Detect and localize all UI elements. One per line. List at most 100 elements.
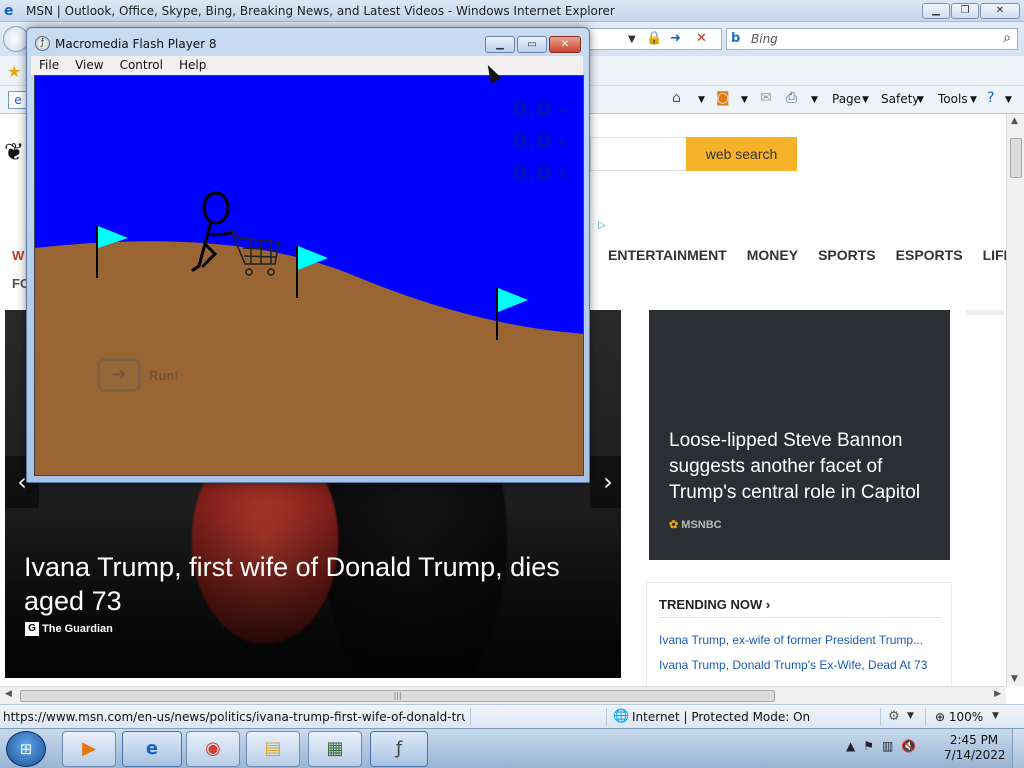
print-dropdown-icon[interactable]: ▼	[811, 95, 818, 105]
volume-muted-icon[interactable]: 🔇	[901, 739, 916, 753]
scroll-right-icon[interactable]: ▶	[994, 689, 1001, 699]
address-bar[interactable]: ▼ 🔒 ➜ ✕	[590, 28, 722, 50]
ie-taskbar-icon[interactable]: e	[122, 731, 182, 767]
zoom-dropdown-icon[interactable]: ▼	[992, 711, 999, 721]
trending-now-panel: TRENDING NOW › Ivana Trump, ex-wife of f…	[646, 582, 952, 686]
lock-icon[interactable]: 🔒	[646, 31, 662, 46]
vertical-scrollbar[interactable]: ▲ ▼	[1006, 114, 1024, 686]
home-icon[interactable]: ⌂	[672, 90, 681, 106]
zoom-icon: ⊕	[935, 710, 946, 724]
popup-blocker-icon[interactable]: ⚙	[888, 709, 900, 724]
clock[interactable]: 2:45 PM 7/14/2022	[944, 733, 1006, 763]
feeds-dropdown-icon[interactable]: ▼	[741, 95, 748, 105]
down-arrow-icon: ⬇	[557, 167, 569, 183]
safety-menu[interactable]: Safety	[881, 92, 919, 106]
flash-window-controls: ▁ ▭ ✕	[485, 36, 581, 53]
start-button[interactable]: ⊞	[6, 731, 46, 767]
up-arrow-icon: ⬆	[557, 135, 569, 151]
flag-icon[interactable]: ⚑	[863, 739, 874, 753]
flash-player-window: ƒ Macromedia Flash Player 8 ▁ ▭ ✕ File V…	[26, 27, 590, 483]
help-icon[interactable]: ?	[987, 90, 994, 106]
carousel-next-icon[interactable]: ›	[590, 456, 621, 508]
nav-entertainment[interactable]: ENTERTAINMENT	[608, 247, 727, 263]
close-button[interactable]: ✕	[980, 3, 1020, 19]
flash-taskbar-icon[interactable]: ƒ	[370, 731, 428, 767]
minimize-button[interactable]: ▁	[922, 3, 950, 19]
flash-menu-file[interactable]: File	[31, 56, 67, 75]
horizontal-scroll-thumb[interactable]: |||	[20, 690, 775, 702]
flash-minimize-button[interactable]: ▁	[485, 36, 515, 53]
nav-money[interactable]: MONEY	[747, 247, 798, 263]
tab-msn-icon[interactable]: e	[8, 91, 28, 109]
scroll-up-icon[interactable]: ▲	[1011, 116, 1018, 126]
depth-readout: 0.0 ⬇	[512, 162, 569, 187]
scroll-left-icon[interactable]: ◀	[5, 689, 12, 699]
hero-source-label: The Guardian	[42, 623, 113, 635]
zoom-level[interactable]: ⊕ 100%	[935, 710, 983, 724]
trending-item[interactable]: Ivana Trump, ex-wife of former President…	[659, 633, 923, 647]
nav-sports[interactable]: SPORTS	[818, 247, 876, 263]
run-label[interactable]: Run!	[149, 368, 179, 383]
hero-headline[interactable]: Ivana Trump, first wife of Donald Trump,…	[24, 550, 604, 618]
trending-item[interactable]: Ivana Trump, Donald Trump's Ex-Wife, Dea…	[659, 658, 927, 672]
side-story-source-label: MSNBC	[681, 519, 722, 531]
status-url: https://www.msn.com/en-us/news/politics/…	[3, 710, 465, 724]
ie-title-bar: e MSN | Outlook, Office, Skype, Bing, Br…	[0, 0, 1024, 22]
explorer-taskbar-icon[interactable]: ▤	[246, 731, 300, 767]
side-story-headline[interactable]: Loose-lipped Steve Bannon suggests anoth…	[669, 428, 939, 506]
security-zone[interactable]: Internet | Protected Mode: On	[632, 710, 810, 724]
web-search-input[interactable]	[590, 137, 686, 171]
vertical-scroll-thumb[interactable]	[1010, 138, 1022, 178]
show-hidden-icons-icon[interactable]: ▲	[846, 739, 855, 753]
popup-dropdown-icon[interactable]: ▼	[907, 711, 914, 721]
mail-icon[interactable]: ✉	[760, 90, 772, 106]
help-dropdown-icon[interactable]: ▼	[1005, 95, 1012, 105]
page-menu[interactable]: Page	[832, 92, 861, 106]
nav-item-partial-1[interactable]: W	[12, 248, 24, 263]
nav-esports[interactable]: ESPORTS	[896, 247, 963, 263]
chrome-taskbar-icon[interactable]: ◉	[186, 731, 240, 767]
app-taskbar-icon[interactable]: ▦	[308, 731, 362, 767]
bing-search-box[interactable]: b Bing ⌕	[726, 28, 1018, 50]
print-icon[interactable]: ⎙	[786, 90, 797, 106]
clock-date: 7/14/2022	[944, 748, 1006, 762]
web-search-button[interactable]: web search	[686, 137, 797, 171]
flash-window-title: Macromedia Flash Player 8	[55, 37, 217, 51]
flash-menu-view[interactable]: View	[67, 56, 111, 75]
game-scene	[35, 191, 583, 475]
speed-value: 0.0	[512, 98, 552, 123]
tools-dropdown-icon[interactable]: ▼	[970, 95, 977, 105]
horizontal-scrollbar[interactable]: ◀ ||| ▶	[0, 686, 1006, 704]
window-controls: ▁ ❐ ✕	[922, 3, 1020, 19]
ad-choices-icon[interactable]: ▷	[598, 220, 606, 231]
flash-menu-control[interactable]: Control	[112, 56, 171, 75]
flash-menu-help[interactable]: Help	[171, 56, 214, 75]
tools-menu[interactable]: Tools	[938, 92, 968, 106]
nav-lifestyle[interactable]: LIFESTYLE	[983, 247, 1006, 263]
media-player-taskbar-icon[interactable]: ▶	[62, 731, 116, 767]
scroll-down-icon[interactable]: ▼	[1011, 674, 1018, 684]
side-story-card[interactable]: Loose-lipped Steve Bannon suggests anoth…	[649, 310, 950, 560]
favorites-star-icon[interactable]: ★	[7, 62, 21, 81]
flash-close-button[interactable]: ✕	[549, 36, 581, 53]
feeds-icon[interactable]: ◙	[716, 90, 730, 106]
speed-readout: 0.0 ➜	[512, 98, 569, 123]
home-dropdown-icon[interactable]: ▼	[698, 95, 705, 105]
msn-logo-icon[interactable]: ❦	[4, 138, 24, 166]
restore-button[interactable]: ❐	[951, 3, 979, 19]
page-dropdown-icon[interactable]: ▼	[862, 95, 869, 105]
safety-dropdown-icon[interactable]: ▼	[917, 95, 924, 105]
dropdown-arrow-icon[interactable]: ▼	[628, 34, 636, 45]
search-icon[interactable]: ⌕	[1003, 30, 1011, 46]
search-placeholder: Bing	[751, 32, 778, 46]
network-icon[interactable]: ▥	[882, 739, 893, 753]
system-tray: ▲ ⚑ ▥ 🔇	[846, 739, 916, 753]
trending-header[interactable]: TRENDING NOW ›	[659, 597, 770, 612]
guardian-logo-icon: G	[25, 622, 39, 636]
run-button[interactable]: ➔	[97, 358, 141, 392]
flash-game-stage[interactable]: 0.0 ➜ 0.0 ⬆ 0.0 ⬇ ➔ Run!	[34, 75, 584, 476]
show-desktop-button[interactable]	[1012, 729, 1024, 768]
stop-icon[interactable]: ✕	[696, 31, 707, 46]
flash-maximize-button[interactable]: ▭	[517, 36, 547, 53]
go-icon[interactable]: ➜	[670, 31, 681, 46]
